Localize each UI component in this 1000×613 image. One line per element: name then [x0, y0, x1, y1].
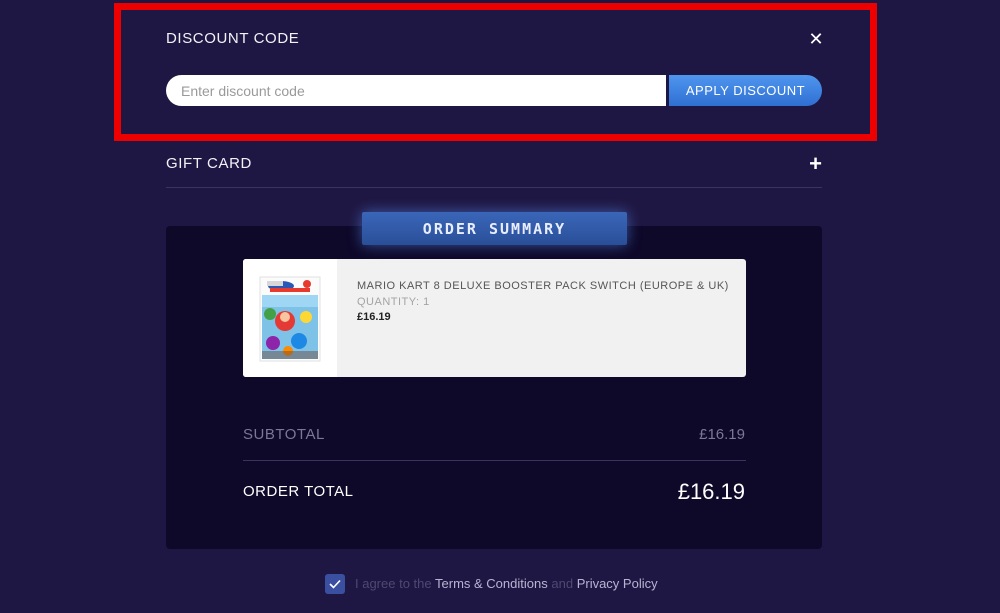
agreement-conjunction: and	[551, 576, 574, 591]
order-summary-title: ORDER SUMMARY	[362, 212, 627, 245]
product-box-art	[243, 259, 337, 377]
plus-icon[interactable]: +	[809, 152, 822, 175]
order-total-label: ORDER TOTAL	[243, 483, 354, 500]
gift-card-label: GIFT CARD	[166, 155, 252, 172]
agreement-text: I agree to the Terms & Conditions and Pr…	[355, 576, 658, 591]
summary-divider	[243, 460, 746, 461]
product-quantity: QUANTITY: 1	[357, 296, 430, 308]
apply-discount-button[interactable]: APPLY DISCOUNT	[669, 75, 822, 106]
product-name: MARIO KART 8 DELUXE BOOSTER PACK SWITCH …	[357, 280, 729, 292]
product-price: £16.19	[357, 311, 391, 323]
order-total-value: £16.19	[677, 479, 745, 504]
subtotal-label: SUBTOTAL	[243, 426, 325, 443]
terms-conditions-link[interactable]: Terms & Conditions	[435, 576, 548, 591]
product-image	[243, 259, 337, 377]
gift-card-row[interactable]: GIFT CARD +	[166, 140, 822, 188]
product-card: MARIO KART 8 DELUXE BOOSTER PACK SWITCH …	[243, 259, 746, 377]
privacy-policy-link[interactable]: Privacy Policy	[577, 576, 658, 591]
discount-code-title: DISCOUNT CODE	[166, 30, 300, 47]
discount-code-input[interactable]	[166, 75, 666, 106]
checkmark-icon	[329, 579, 341, 589]
highlight-box	[114, 3, 877, 141]
close-icon[interactable]: ✕	[806, 29, 826, 49]
agree-checkbox[interactable]	[325, 574, 345, 594]
agreement-prefix: I agree to the	[355, 576, 432, 591]
subtotal-value: £16.19	[699, 426, 745, 443]
